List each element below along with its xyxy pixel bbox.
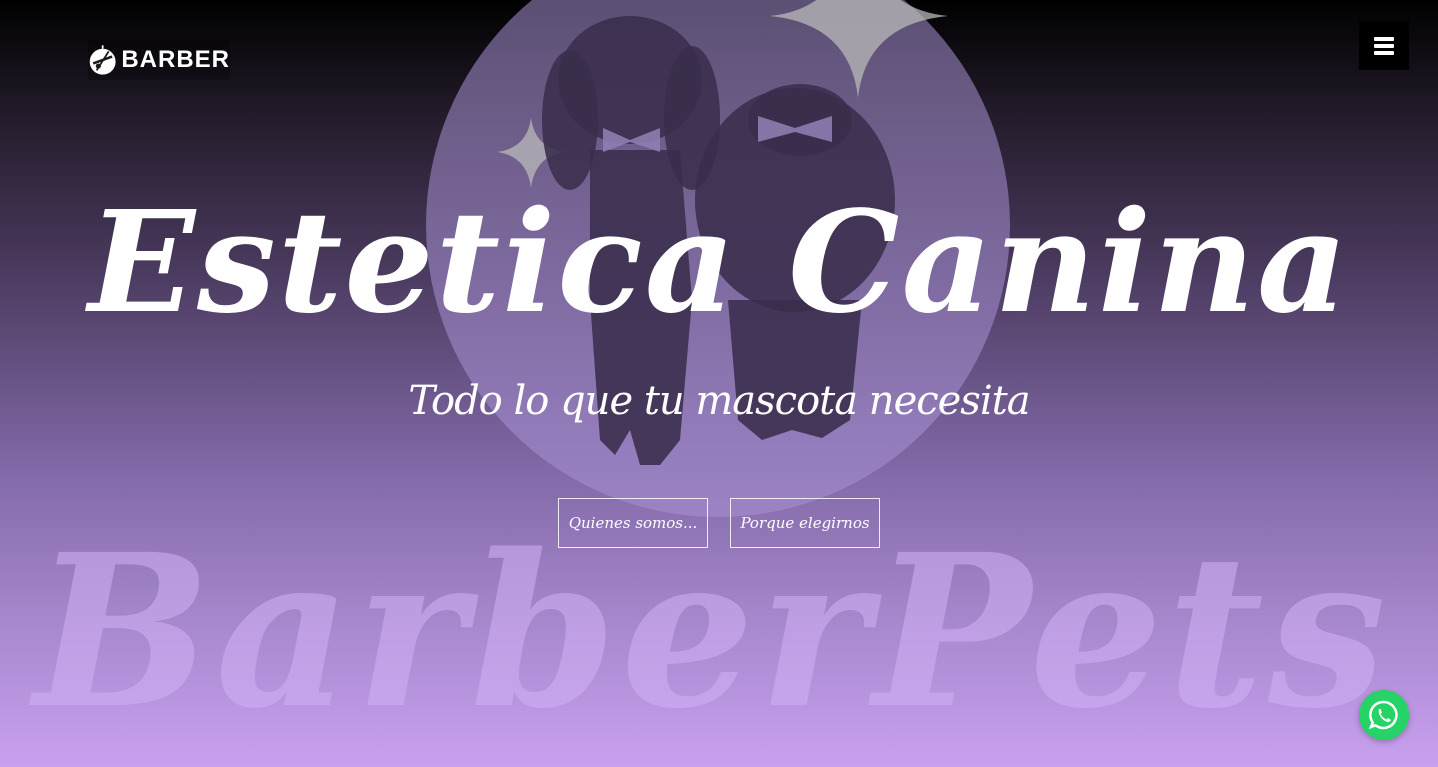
whatsapp-icon <box>1368 700 1398 730</box>
site-logo[interactable]: BARBER <box>88 40 230 80</box>
hero-subtitle: Todo lo que tu mascota necesita <box>408 378 1030 424</box>
watermark-brand-text: BarberPets <box>29 508 1390 755</box>
porque-elegirnos-button[interactable]: Porque elegirnos <box>730 498 880 548</box>
hamburger-menu-button[interactable] <box>1359 21 1409 70</box>
barber-logo-icon <box>89 45 116 75</box>
whatsapp-chat-button[interactable] <box>1359 690 1409 740</box>
hamburger-menu-icon <box>1374 36 1394 55</box>
quienes-somos-button[interactable]: Quienes somos... <box>558 498 708 548</box>
logo-text: BARBER <box>121 46 230 73</box>
hero-title: Estetica Canina <box>88 181 1350 345</box>
